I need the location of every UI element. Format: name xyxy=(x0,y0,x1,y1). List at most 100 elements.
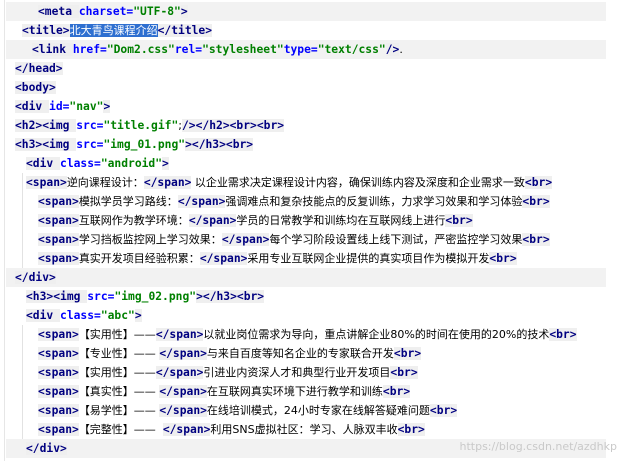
token-txt: 在互联网真实环境下进行教学和训练 xyxy=(206,385,383,398)
token-tag: </h3> xyxy=(191,138,226,151)
token-val: "Dom2.css" xyxy=(106,43,175,56)
token-tag: > xyxy=(185,138,192,151)
code-line[interactable]: <div class="abc"> xyxy=(26,306,142,325)
token-tag: </span> xyxy=(162,423,211,436)
token-val: "android" xyxy=(100,157,163,170)
token-tag: > xyxy=(180,5,188,18)
token-tag: <span> xyxy=(38,328,79,341)
token-txt: 【实用性】—— xyxy=(78,328,156,341)
token-attr: charset= xyxy=(78,5,134,18)
code-line[interactable]: <div id="nav"> xyxy=(15,97,111,116)
token-tag: <br> xyxy=(229,119,257,132)
token-tag: <br> xyxy=(397,423,425,436)
token-tag: </span> xyxy=(159,385,207,398)
token-txt: 以企业需求决定课程设计内容，确保训练内容及深度和企业需求一致 xyxy=(191,176,525,189)
token-tag: <img xyxy=(42,138,77,151)
token-attr: id= xyxy=(49,100,70,113)
code-line[interactable]: </div> xyxy=(26,439,67,458)
token-attr: src= xyxy=(76,119,104,132)
code-line[interactable]: <h3><img src="img_02.png"></h3><br> xyxy=(26,287,265,306)
token-tag: </span> xyxy=(221,233,270,246)
token-tag: <br> xyxy=(524,176,553,189)
token-attr: src= xyxy=(87,290,115,303)
indent-guide xyxy=(22,325,23,439)
line-highlight xyxy=(6,268,606,287)
token-tag: <span> xyxy=(38,423,79,436)
token-txt: 【实用性】—— xyxy=(78,366,156,379)
token-tag: <div xyxy=(26,309,61,322)
token-val: "UTF-8" xyxy=(133,5,181,18)
token-val: "abc" xyxy=(100,309,135,322)
code-line[interactable]: <title>北大青鸟课程介绍</title> xyxy=(22,21,213,40)
token-tag: <br> xyxy=(393,347,422,360)
token-txt: 每个学习阶段设置线上线下测试，严密监控学习效果 xyxy=(269,233,523,246)
token-tag: <br> xyxy=(236,290,265,303)
code-line[interactable]: <span>【完整性】—— </span>利用SNS虚拟社区：学习、人脉双丰收<… xyxy=(38,420,425,439)
token-tag: <br> xyxy=(522,195,550,208)
token-tag: <br> xyxy=(445,214,473,227)
token-txt: 【完整性】—— xyxy=(78,423,163,436)
token-tag: <span> xyxy=(38,385,79,398)
code-line[interactable]: <span>互联网作为教学环境：</span>学员的日常教学和训练均在互联网线上… xyxy=(38,211,473,230)
token-tag: /> xyxy=(385,43,400,56)
token-tag: </span> xyxy=(199,252,248,265)
token-txt: 在线培训模式，24小时专家在线解答疑难问题 xyxy=(206,404,430,417)
code-line[interactable]: <meta charset="UTF-8"> xyxy=(38,2,188,21)
token-txt: 模拟学员学习路线： xyxy=(78,195,178,208)
token-tag: <br> xyxy=(382,385,411,398)
code-editor[interactable]: <meta charset="UTF-8"> <title>北大青鸟课程介绍</t… xyxy=(0,0,631,461)
code-line[interactable]: <span>【易学性】—— </span>在线培训模式，24小时专家在线解答疑难… xyxy=(38,401,458,420)
token-txt: 强调难点和复杂技能点的反复训练，力求学习效果和学习体验 xyxy=(225,195,523,208)
code-line[interactable]: <link href="Dom2.css"rel="stylesheet"typ… xyxy=(32,40,403,59)
watermark-text: https://blog.csdn.net/azdhkp xyxy=(459,440,618,453)
code-line[interactable]: <div class="android"> xyxy=(26,154,169,173)
token-tag: </span> xyxy=(155,328,204,341)
code-line[interactable]: <body> xyxy=(15,78,56,97)
token-tag: <br> xyxy=(225,138,254,151)
token-tag: </span> xyxy=(143,176,192,189)
token-tag: <span> xyxy=(38,347,79,360)
code-line[interactable]: <span>模拟学员学习路线：</span>强调难点和复杂技能点的反复训练，力求… xyxy=(38,192,550,211)
token-tag: <meta xyxy=(38,5,79,18)
token-attr: type= xyxy=(283,43,318,56)
token-val: "text/css" xyxy=(317,43,386,56)
token-txt: 利用SNS虚拟社区：学习、人脉双丰收 xyxy=(210,423,398,436)
code-line[interactable]: <span>逆向课程设计：</span> 以企业需求决定课程设计内容，确保训练内… xyxy=(26,173,553,192)
token-tag: > xyxy=(196,290,203,303)
token-tag: <h3> xyxy=(26,290,54,303)
token-tag: <span> xyxy=(38,252,79,265)
code-line[interactable]: <span>【真实性】—— </span>在互联网真实环境下进行教学和训练<br… xyxy=(38,382,411,401)
code-line[interactable]: <span>【专业性】—— </span>与来自百度等知名企业的专家联合开发<b… xyxy=(38,344,422,363)
token-tag: <span> xyxy=(26,176,67,189)
token-txt: 逆向课程设计： xyxy=(66,176,144,189)
code-line[interactable]: </div> xyxy=(15,268,56,287)
code-line[interactable]: <span>【实用性】——</span>以就业岗位需求为导向，重点讲解企业80%… xyxy=(38,325,577,344)
code-line[interactable]: <h3><img src="img_01.png"></h3><br> xyxy=(15,135,254,154)
token-tag: <h3> xyxy=(15,138,43,151)
token-txt: 真实开发项目经验积累： xyxy=(78,252,200,265)
token-txt: . xyxy=(399,43,403,56)
code-line[interactable]: </head> xyxy=(15,59,63,78)
code-line[interactable]: <span>【实用性】——</span>引进业内资深人才和典型行业开发项目<br… xyxy=(38,363,418,382)
token-tag: <body> xyxy=(15,81,56,94)
token-tag: <h2> xyxy=(15,119,43,132)
token-tag: > xyxy=(134,309,142,322)
token-txt: 学习挡板监控网上学习效果： xyxy=(78,233,222,246)
token-tag: <span> xyxy=(38,233,79,246)
token-tag: </div> xyxy=(15,271,56,284)
token-txt: 与来自百度等知名企业的专家联合开发 xyxy=(206,347,394,360)
token-tag: <span> xyxy=(38,195,79,208)
token-tag: <img xyxy=(42,119,77,132)
token-tag: <br> xyxy=(390,366,418,379)
token-attr: rel= xyxy=(174,43,203,56)
token-tag: </span> xyxy=(177,195,226,208)
code-line[interactable]: <span>学习挡板监控网上学习效果：</span>每个学习阶段设置线上线下测试… xyxy=(38,230,550,249)
code-line[interactable]: <span>真实开发项目经验积累：</span>采用专业互联网企业提供的真实项目… xyxy=(38,249,517,268)
token-tag: </span> xyxy=(188,214,237,227)
token-tag: </span> xyxy=(159,347,207,360)
token-attr: href= xyxy=(72,43,107,56)
code-line[interactable]: <h2><img src="title.gif";/></h2><br><br> xyxy=(15,116,285,135)
token-tag: > xyxy=(162,157,169,170)
token-tag: <br> xyxy=(256,119,285,132)
token-tag: <br> xyxy=(489,252,517,265)
